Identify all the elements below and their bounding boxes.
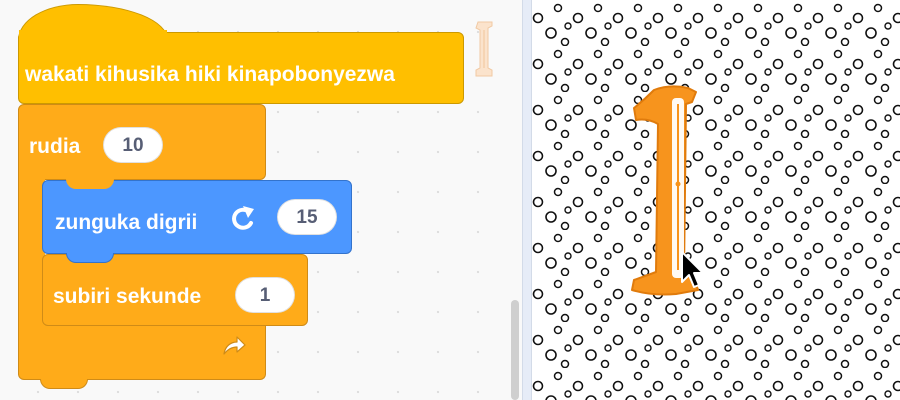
loop-arrow-icon <box>223 336 246 355</box>
hat-cap-joint <box>19 30 167 40</box>
pane-divider[interactable] <box>522 0 532 400</box>
repeat-bottom-notch <box>40 379 88 389</box>
turn-right-block[interactable]: zunguka digrii 15 <box>42 180 352 254</box>
wait-seconds-block[interactable]: subiri sekunde 1 <box>42 254 308 326</box>
mouse-pointer-icon <box>681 251 704 288</box>
repeat-label: rudia <box>29 135 81 158</box>
code-area-scrollbar[interactable] <box>511 300 519 400</box>
turn-label: zunguka digrii <box>55 211 198 234</box>
turn-block-notch <box>66 179 114 189</box>
turn-bottom-notch <box>66 253 114 263</box>
polka-dot-backdrop <box>532 0 900 400</box>
code-area[interactable]: wakati kihusika hiki kinapobonyezwa rudi… <box>0 0 522 400</box>
rotate-right-icon <box>232 206 254 230</box>
when-sprite-clicked-block[interactable]: wakati kihusika hiki kinapobonyezwa <box>18 32 464 104</box>
turn-degrees-input[interactable]: 15 <box>277 199 337 235</box>
wait-seconds-input[interactable]: 1 <box>235 277 295 313</box>
repeat-block-bottom[interactable] <box>18 318 266 380</box>
sprite-thumbnail-icon <box>475 21 493 77</box>
repeat-block-arm <box>18 170 45 328</box>
repeat-count-input[interactable]: 10 <box>103 127 163 163</box>
wait-label: subiri sekunde <box>53 285 202 308</box>
hat-block-label: wakati kihusika hiki kinapobonyezwa <box>25 63 395 86</box>
repeat-block[interactable]: rudia 10 <box>18 104 266 180</box>
stage[interactable] <box>532 0 900 400</box>
